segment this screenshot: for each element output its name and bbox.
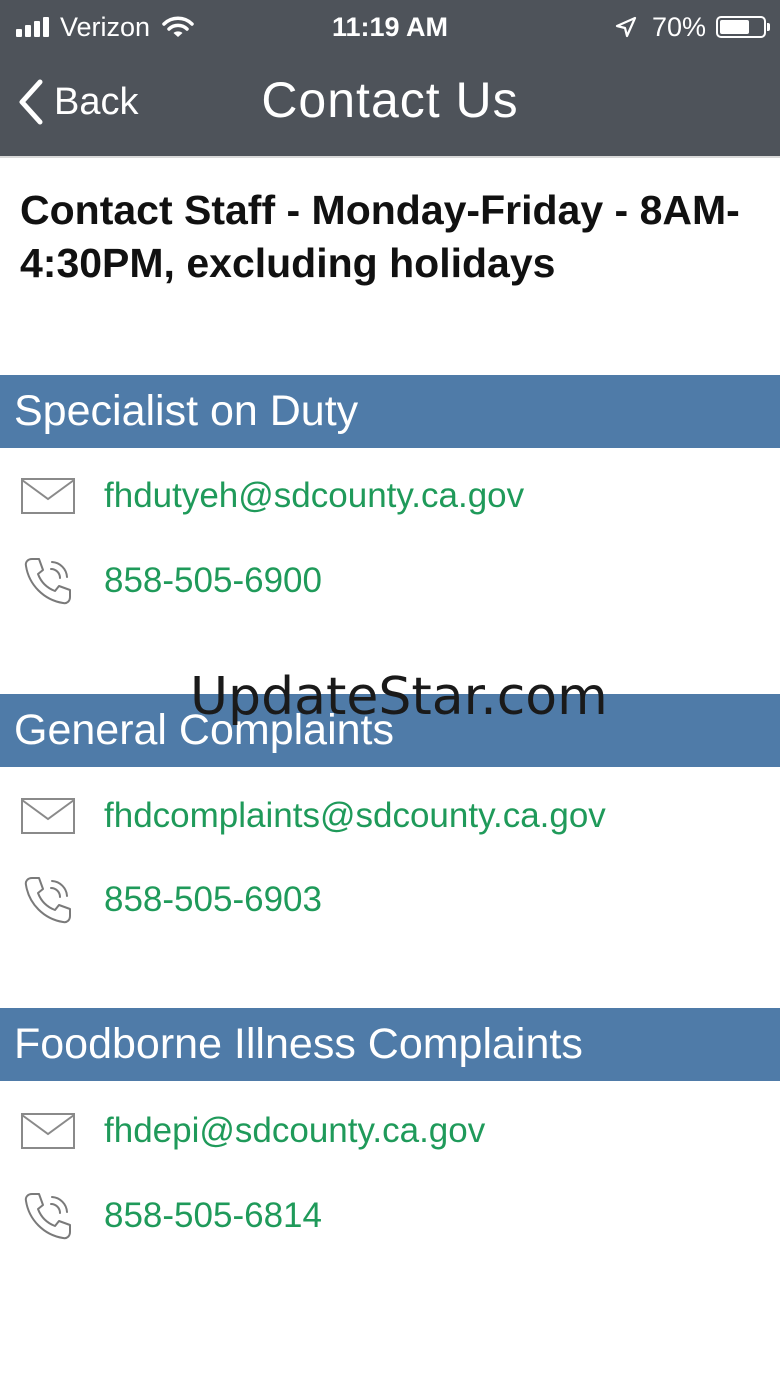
phone-link: 858-505-6903 <box>104 880 322 919</box>
phone-icon <box>24 1193 71 1240</box>
status-bar: Verizon 11:19 AM 70% <box>0 0 780 54</box>
phone-link: 858-505-6814 <box>104 1196 322 1235</box>
contact-us-screen: Verizon 11:19 AM 70% Back Contact Us Con… <box>0 0 780 1387</box>
phone-row[interactable]: 858-505-6900 <box>20 551 760 611</box>
mail-icon-wrap <box>20 466 82 526</box>
mail-icon <box>21 798 75 834</box>
mail-icon-wrap <box>20 1101 82 1161</box>
email-row[interactable]: fhdutyeh@sdcounty.ca.gov <box>20 466 760 526</box>
email-link: fhdepi@sdcounty.ca.gov <box>104 1111 486 1150</box>
mail-icon-wrap <box>20 786 82 846</box>
section-header-specialist: Specialist on Duty <box>0 375 780 448</box>
status-right: 70% <box>614 10 770 44</box>
phone-link: 858-505-6900 <box>104 561 322 600</box>
email-row[interactable]: fhdcomplaints@sdcounty.ca.gov <box>20 786 760 846</box>
header-divider <box>0 156 780 158</box>
phone-icon <box>24 877 71 924</box>
battery-percent: 70% <box>651 12 706 42</box>
phone-icon-wrap <box>20 551 82 611</box>
email-link: fhdcomplaints@sdcounty.ca.gov <box>104 796 606 835</box>
section-header-foodborne: Foodborne Illness Complaints <box>0 1008 780 1081</box>
section-header-general: General Complaints <box>0 694 780 767</box>
phone-icon <box>24 558 71 605</box>
phone-row[interactable]: 858-505-6903 <box>20 870 760 930</box>
battery-fill <box>720 20 749 34</box>
location-arrow-icon <box>615 16 637 38</box>
page-title: Contact Us <box>261 72 519 128</box>
email-row[interactable]: fhdepi@sdcounty.ca.gov <box>20 1101 760 1161</box>
phone-icon-wrap <box>20 870 82 930</box>
top-header: Verizon 11:19 AM 70% Back Contact Us <box>0 0 780 157</box>
mail-icon <box>21 1113 75 1149</box>
battery-icon <box>716 16 770 38</box>
phone-row[interactable]: 858-505-6814 <box>20 1186 760 1246</box>
office-hours-text: Contact Staff - Monday-Friday - 8AM-4:30… <box>20 187 740 286</box>
email-link: fhdutyeh@sdcounty.ca.gov <box>104 476 525 515</box>
battery-nub <box>767 23 770 31</box>
mail-icon <box>21 478 75 514</box>
phone-icon-wrap <box>20 1186 82 1246</box>
